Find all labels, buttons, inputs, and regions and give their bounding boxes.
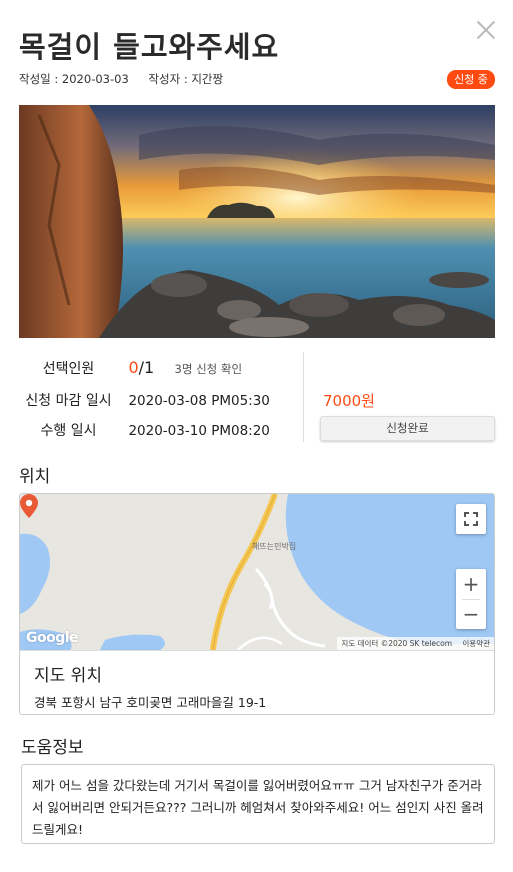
map-info: 지도 위치 경북 포항시 남구 호미곶면 고래마을길 19-1 xyxy=(20,650,494,714)
selected-count-current: 0 xyxy=(128,358,139,377)
google-logo: Google xyxy=(26,630,79,646)
hero-image xyxy=(19,105,495,338)
map-card: 해뜨는민박집 + − Google 지도 데이터 ©2020 SK teleco… xyxy=(19,493,495,715)
poi-label: 해뜨는민박집 xyxy=(252,542,297,551)
deadline-row: 신청 마감 일시 2020-03-08 PM05:30 xyxy=(19,390,270,410)
page-title: 목걸이 들고와주세요 xyxy=(19,30,280,64)
map-attribution: 지도 데이터 ©2020 SK telecom 이용약관 xyxy=(337,637,494,650)
perform-value: 2020-03-10 PM08:20 xyxy=(128,423,270,439)
perform-row: 수행 일시 2020-03-10 PM08:20 xyxy=(19,420,270,440)
post-meta: 작성일 : 2020-03-03 작성자 : 지간짱 xyxy=(19,71,223,87)
zoom-control: + − xyxy=(456,569,486,629)
selected-count-total: /1 xyxy=(138,358,155,377)
fullscreen-button[interactable] xyxy=(456,504,486,534)
request-info: 선택인원 0/1 3명 신청 확인 신청 마감 일시 2020-03-08 PM… xyxy=(19,355,305,445)
map-card-title: 지도 위치 xyxy=(34,666,102,686)
terms-link[interactable]: 이용약관 xyxy=(462,639,490,648)
map[interactable]: 해뜨는민박집 + − Google 지도 데이터 ©2020 SK teleco… xyxy=(20,494,494,650)
deadline-value: 2020-03-08 PM05:30 xyxy=(128,393,270,409)
applicants-link[interactable]: 3명 신청 확인 xyxy=(175,362,243,376)
deadline-label: 신청 마감 일시 xyxy=(25,393,112,409)
close-icon[interactable] xyxy=(476,20,496,40)
status-badge: 신청 중 xyxy=(447,70,495,89)
perform-label: 수행 일시 xyxy=(40,423,97,439)
location-section-title: 위치 xyxy=(19,467,51,487)
help-section-title: 도움정보 xyxy=(21,738,84,758)
selected-count-row: 선택인원 0/1 3명 신청 확인 xyxy=(19,358,242,378)
complete-button[interactable]: 신청완료 xyxy=(320,416,495,441)
map-data-credit: 지도 데이터 ©2020 SK telecom xyxy=(341,639,452,648)
zoom-out-button[interactable]: − xyxy=(456,599,486,629)
price: 7000원 xyxy=(323,392,375,410)
author: 작성자 : 지간짱 xyxy=(148,72,224,86)
address: 경북 포항시 남구 호미곶면 고래마을길 19-1 xyxy=(34,695,267,710)
map-pin-icon[interactable] xyxy=(20,494,38,518)
selected-count-label: 선택인원 xyxy=(42,361,95,377)
zoom-in-button[interactable]: + xyxy=(456,569,486,599)
created-date: 작성일 : 2020-03-03 xyxy=(19,72,129,86)
fullscreen-icon xyxy=(464,512,478,526)
help-text: 제가 어느 섬을 갔다왔는데 거기서 목걸이를 잃어버렸어요ㅠㅠ 그거 남자친구… xyxy=(21,764,495,844)
divider xyxy=(303,352,304,442)
